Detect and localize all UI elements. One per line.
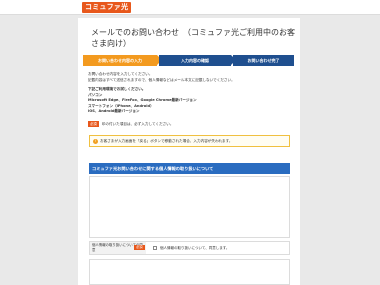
page-title: メールでのお問い合わせ （コミュファ光ご利用中のお客さま向け） xyxy=(91,28,295,48)
agree-row: 個人情報の取り扱いについての同意 必須 個人情報の取り扱いについて、同意します。 xyxy=(89,241,290,255)
progress-steps: お問い合わせ内容の入力 入力内容の確認 お問い合わせ完了 xyxy=(83,55,294,66)
commufa-logo[interactable]: コミュファ光 xyxy=(82,2,132,13)
header-bar: コミュファ光 xyxy=(0,0,380,15)
next-section-box xyxy=(89,259,290,285)
step-confirm: 入力内容の確認 xyxy=(159,55,236,66)
agree-checkbox[interactable] xyxy=(153,246,157,250)
notice-text: お客さまが入力画面を「戻る」ボタンで移動された場合、入力内容が失われます。 xyxy=(100,139,233,143)
step-complete: お問い合わせ完了 xyxy=(233,55,294,66)
required-badge: 必須 xyxy=(88,121,99,127)
agree-required-badge: 必須 xyxy=(134,245,145,250)
step-input: お問い合わせ内容の入力 xyxy=(83,55,162,66)
notice-box: ! お客さまが入力画面を「戻る」ボタンで移動された場合、入力内容が失われます。 xyxy=(89,135,290,147)
required-note-text: 印の付いた項目は、必ず入力してください。 xyxy=(101,122,174,126)
warning-icon: ! xyxy=(93,138,98,144)
env-smartphone-os: iOS、Android最新バージョン xyxy=(88,109,140,113)
policy-section-heading: コミュファ光お問い合わせに関する個人情報の取り扱いについて xyxy=(89,163,290,174)
policy-text-box[interactable] xyxy=(89,176,290,238)
agree-checkbox-text[interactable]: 個人情報の取り扱いについて、同意します。 xyxy=(160,245,229,251)
required-note: 必須 印の付いた項目は、必ず入力してください。 xyxy=(88,121,173,127)
intro-text: お問い合わせ内容を入力してください。 記載内容はすべて送信されますので、個人情報… xyxy=(88,72,296,115)
